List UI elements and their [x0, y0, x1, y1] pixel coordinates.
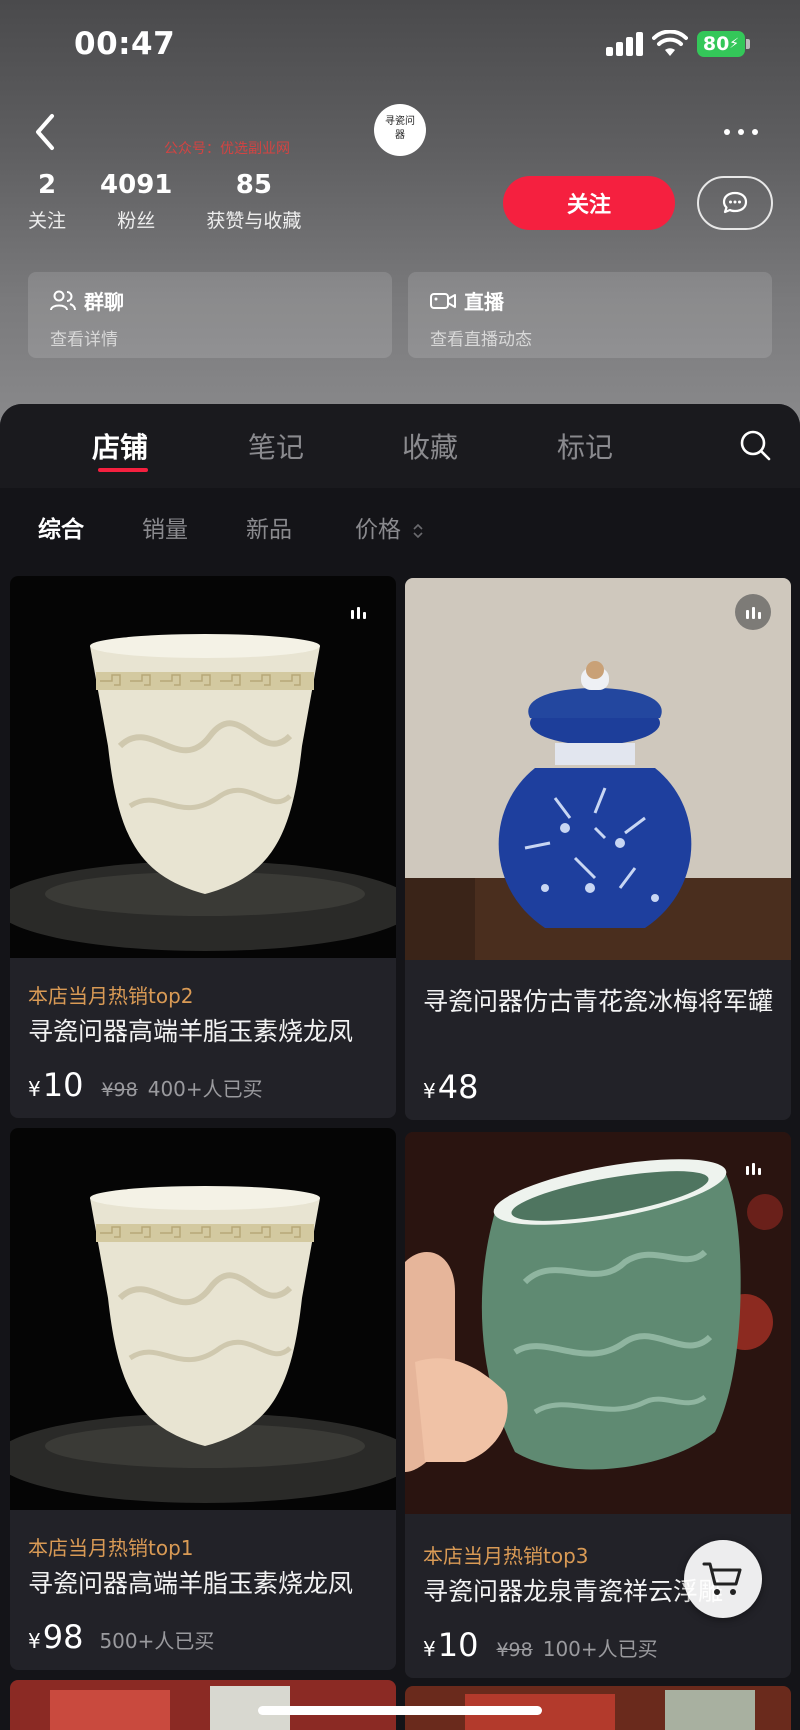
stat-likes-label: 获赞与收藏: [206, 210, 302, 232]
product-currency: ¥: [423, 1637, 436, 1661]
product-tag: 本店当月热销top3: [423, 1544, 589, 1568]
tab-notes[interactable]: 笔记: [248, 426, 304, 466]
product-card[interactable]: 本店当月热销top1 寻瓷问器高端羊脂玉素烧龙凤 ¥ 98 500+人已买: [10, 1128, 396, 1670]
tab-collections[interactable]: 收藏: [402, 426, 458, 466]
stats-icon: [340, 594, 376, 630]
product-card[interactable]: 本店当月热销top2 寻瓷问器高端羊脂玉素烧龙凤 ¥ 10 ¥98 400+人已…: [10, 576, 396, 1118]
status-time: 00:47: [74, 26, 176, 62]
stats-icon: [735, 1150, 771, 1186]
product-image-white-dragon-cup: [10, 1128, 396, 1510]
video-camera-icon: [430, 292, 456, 309]
battery-level: 80: [702, 33, 730, 55]
product-title: 寻瓷问器高端羊脂玉素烧龙凤: [28, 1017, 354, 1046]
search-icon[interactable]: [738, 428, 772, 462]
product-currency: ¥: [28, 1629, 41, 1653]
tab-active-indicator: [98, 468, 148, 472]
product-title: 寻瓷问器高端羊脂玉素烧龙凤: [28, 1569, 354, 1598]
product-tag: 本店当月热销top2: [28, 984, 194, 1008]
stat-likes[interactable]: 85 获赞与收藏: [206, 170, 301, 233]
product-sold-count: 500+人已买: [99, 1629, 215, 1653]
profile-stats: 2 关注 4091 粉丝 85 获赞与收藏: [28, 170, 335, 233]
shopping-cart-button[interactable]: [684, 1540, 762, 1618]
product-price-row: ¥ 10 ¥98 100+人已买: [423, 1626, 658, 1664]
live-title: 直播: [464, 290, 504, 314]
shopping-cart-icon: [702, 1562, 742, 1595]
product-currency: ¥: [423, 1079, 436, 1103]
product-price: 48: [437, 1068, 479, 1106]
home-indicator[interactable]: [258, 1706, 542, 1715]
status-bar: 00:47 80 ⚡: [0, 0, 800, 90]
battery-cap: [746, 39, 750, 49]
product-image-white-dragon-cup: [10, 576, 396, 958]
cellular-signal-icon: [606, 32, 644, 56]
product-price-row: ¥ 98 500+人已买: [28, 1618, 214, 1656]
group-chat-card[interactable]: 群聊 查看详情: [28, 272, 392, 358]
tab-bar: 店铺 笔记 收藏 标记: [0, 404, 800, 488]
battery-icon: 80 ⚡: [697, 31, 745, 57]
stat-followers-count: 4091: [100, 170, 173, 200]
stat-followers[interactable]: 4091 粉丝: [100, 170, 172, 233]
stat-likes-count: 85: [235, 170, 272, 200]
follow-button[interactable]: 关注: [503, 176, 675, 230]
filter-overall[interactable]: 综合: [38, 510, 84, 544]
sort-arrows-icon: [413, 523, 423, 538]
product-original-price: ¥98: [496, 1639, 533, 1661]
product-title: 寻瓷问器仿古青花瓷冰梅将军罐: [423, 987, 774, 1016]
group-chat-subtitle: 查看详情: [50, 330, 118, 350]
product-currency: ¥: [28, 1077, 41, 1101]
product-tag: 本店当月热销top1: [28, 1536, 194, 1560]
more-options-icon[interactable]: [724, 120, 772, 144]
back-arrow-icon[interactable]: [26, 108, 66, 156]
stats-icon: [735, 594, 771, 630]
watermark-text: 公众号：优选副业网: [164, 141, 290, 157]
filter-sales[interactable]: 销量: [142, 510, 188, 544]
product-price: 98: [42, 1618, 84, 1656]
product-sold-count: 400+人已买: [147, 1077, 263, 1101]
group-chat-title: 群聊: [84, 290, 124, 314]
product-price-row: ¥ 10 ¥98 400+人已买: [28, 1066, 263, 1104]
avatar[interactable]: 寻瓷问器: [374, 104, 426, 156]
product-image-celadon-cup: [405, 1132, 791, 1514]
product-image-blue-white-jar: [405, 578, 791, 960]
product-price-row: ¥ 48: [423, 1068, 478, 1106]
avatar-text: 寻瓷问器: [385, 116, 415, 141]
live-subtitle: 查看直播动态: [430, 330, 532, 350]
chat-bubble-icon: [722, 191, 748, 214]
product-original-price: ¥98: [101, 1079, 138, 1101]
product-card-partial[interactable]: [10, 1680, 396, 1730]
stat-following[interactable]: 2 关注: [28, 170, 66, 233]
message-button[interactable]: [697, 176, 773, 230]
wifi-icon: [652, 30, 688, 56]
product-price: 10: [437, 1626, 479, 1664]
stat-following-label: 关注: [28, 210, 67, 232]
tab-marks[interactable]: 标记: [557, 426, 613, 466]
product-sold-count: 100+人已买: [542, 1637, 658, 1661]
product-price: 10: [42, 1066, 84, 1104]
filter-price[interactable]: 价格: [355, 510, 424, 544]
filter-price-label: 价格: [355, 517, 401, 543]
product-card[interactable]: 寻瓷问器仿古青花瓷冰梅将军罐 ¥ 48: [405, 578, 791, 1120]
filter-new[interactable]: 新品: [246, 510, 292, 544]
live-card[interactable]: 直播 查看直播动态: [408, 272, 772, 358]
group-icon: [50, 290, 76, 310]
stat-followers-label: 粉丝: [117, 210, 156, 232]
tab-shop[interactable]: 店铺: [92, 426, 148, 466]
stat-following-count: 2: [37, 170, 57, 200]
